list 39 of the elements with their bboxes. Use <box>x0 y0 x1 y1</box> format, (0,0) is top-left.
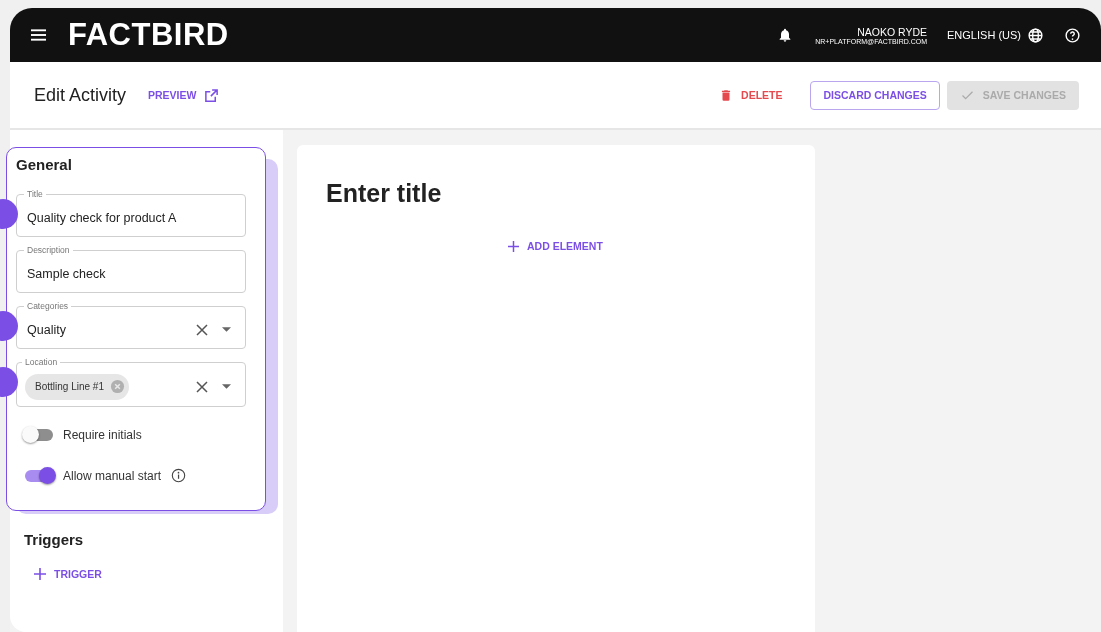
toggle-switch[interactable] <box>25 469 53 482</box>
clear-icon[interactable] <box>196 323 208 336</box>
delete-button[interactable]: DELETE <box>713 86 789 104</box>
info-icon[interactable] <box>171 468 187 483</box>
caret-icon[interactable] <box>222 384 231 389</box>
location-chip[interactable]: Bottling Line #1 <box>25 373 129 400</box>
toggle-label: Require initials <box>63 427 142 442</box>
field-value: Quality check for product A <box>27 210 177 225</box>
field-label: Description <box>26 245 71 255</box>
toggle-switch[interactable] <box>25 428 53 441</box>
caret-icon[interactable] <box>222 327 231 332</box>
menu-icon[interactable] <box>31 29 46 41</box>
section-heading: Triggers <box>24 531 85 548</box>
plus-icon <box>508 240 519 252</box>
page-title: Edit Activity <box>34 84 127 106</box>
text-field[interactable]: Description Sample check <box>16 245 246 293</box>
user-name: NAOKO RYDE <box>857 25 928 38</box>
location-field[interactable]: Location Bottling Line #1 <box>16 357 246 407</box>
toggle-label: Allow manual start <box>63 468 162 483</box>
select-field[interactable]: Categories Quality <box>16 301 246 349</box>
section-heading: General <box>16 156 73 173</box>
field-value: Quality <box>27 322 66 337</box>
field-value: Sample check <box>27 266 106 281</box>
discard-changes-button[interactable]: DISCARD CHANGES <box>810 80 940 110</box>
field-label: Title <box>26 189 44 199</box>
logo[interactable]: FACTBIRD <box>68 17 229 53</box>
form-title[interactable]: Enter title <box>326 179 442 208</box>
field-label: Categories <box>26 301 70 311</box>
plus-icon <box>34 568 46 580</box>
preview-link[interactable]: PREVIEW <box>142 86 226 104</box>
external-link-icon <box>204 87 220 103</box>
clear-icon[interactable] <box>196 380 208 393</box>
globe-icon <box>1027 26 1044 44</box>
help-icon[interactable] <box>1064 26 1081 44</box>
add-trigger-button[interactable]: TRIGGER <box>30 562 106 586</box>
language-button[interactable]: ENGLISH (US) <box>947 26 1044 44</box>
add-element-button[interactable]: ADD ELEMENT <box>504 234 607 258</box>
field-label: Location <box>24 357 59 367</box>
text-field[interactable]: Title Quality check for product A <box>16 189 246 237</box>
